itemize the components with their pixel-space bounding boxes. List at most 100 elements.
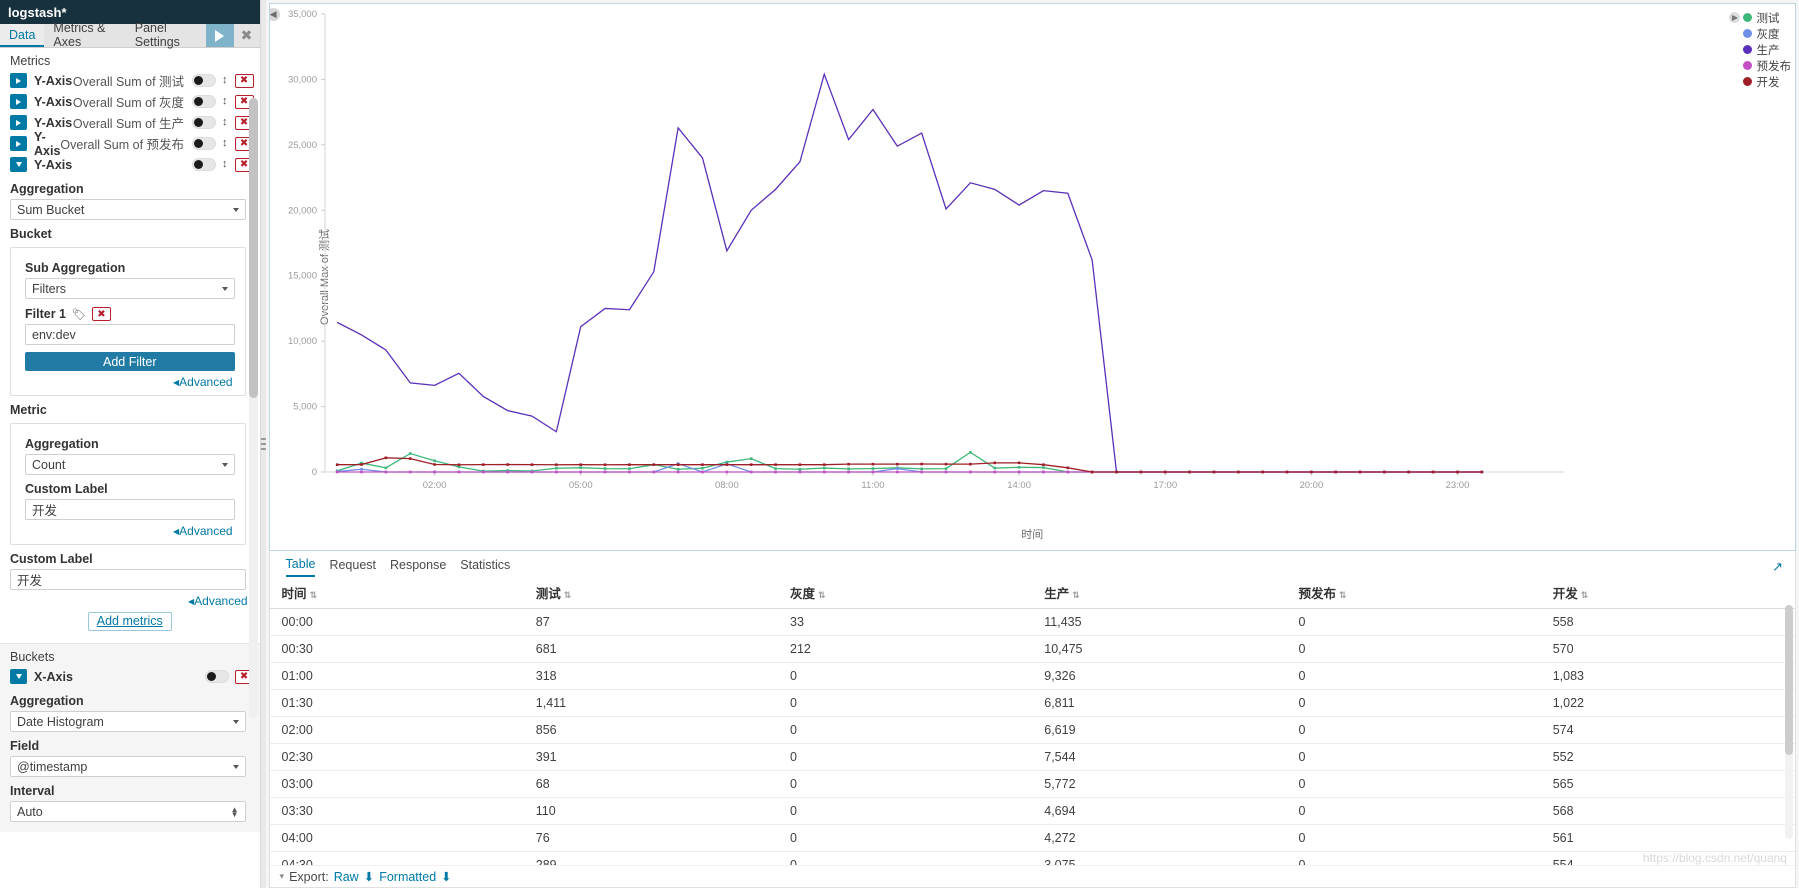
legend-item-2[interactable]: 生产 [1743, 42, 1791, 57]
bucket-advanced-toggle[interactable]: ◀Advanced [11, 371, 245, 389]
metric-row-4-toggle[interactable] [192, 137, 217, 150]
data-tab-request-label: Request [329, 558, 376, 572]
metric-row-4[interactable]: Y-Axis Overall Sum of 预发布 ↕ ✖ [0, 130, 260, 158]
xaxis-row[interactable]: X-Axis ✖ [0, 666, 260, 687]
sort-icon[interactable]: ⇅ [1581, 590, 1589, 600]
tab-metrics-axes[interactable]: Metrics & Axes [44, 21, 125, 49]
metric-row-1-remove-button[interactable]: ✖ [234, 73, 254, 88]
metric-row-5-toggle[interactable] [192, 158, 217, 171]
xaxis-toggle[interactable] [204, 670, 229, 683]
metric-row-3-toggle[interactable] [192, 116, 217, 129]
x-axis-tick-label: 23:00 [1445, 480, 1469, 491]
sub-aggregation-select[interactable]: Filters [25, 278, 235, 299]
apply-changes-button[interactable] [205, 24, 234, 47]
aggregation-select[interactable]: Sum Bucket [10, 199, 246, 220]
chart-data-point [1480, 470, 1483, 474]
sort-icon[interactable]: ⇅ [564, 590, 572, 600]
table-column-header[interactable]: 预发布 ⇅ [1286, 577, 1541, 609]
data-tab-request[interactable]: Request [329, 558, 376, 576]
metric-row-5[interactable]: Y-Axis ↕ ✖ [0, 154, 260, 175]
collapse-editor-button[interactable]: ◀ [269, 8, 280, 21]
legend-item-0[interactable]: 测试 [1743, 10, 1791, 25]
table-scrollbar[interactable] [1784, 605, 1793, 839]
filter-1-remove-button[interactable]: ✖ [91, 307, 111, 321]
chart-data-point [554, 466, 558, 470]
metric-row-1-toggle[interactable] [192, 74, 217, 87]
table-cell: 681 [523, 635, 779, 663]
export-raw-link[interactable]: Raw [334, 870, 359, 884]
chevron-right-icon[interactable] [10, 115, 27, 130]
sort-icon[interactable]: ⇅ [1339, 590, 1347, 600]
outer-custom-label-label: Custom Label [10, 552, 93, 566]
metric-row-2-toggle[interactable] [192, 95, 217, 108]
metric-row-2-reorder-icon[interactable]: ↕ [222, 96, 228, 107]
legend-item-3-label: 预发布 [1756, 60, 1791, 73]
metric-row-3-reorder-icon[interactable]: ↕ [222, 117, 228, 128]
download-icon[interactable]: ⬇ [364, 869, 374, 884]
table-column-header[interactable]: 测试 ⇅ [523, 577, 779, 609]
data-tab-response[interactable]: Response [390, 558, 446, 576]
chevron-right-icon[interactable] [10, 136, 27, 151]
metric-row-2[interactable]: Y-Axis Overall Sum of 灰度 ↕ ✖ [0, 91, 260, 112]
field-select[interactable]: @timestamp [10, 756, 246, 777]
add-metrics-button[interactable]: Add metrics [87, 612, 172, 631]
chart-container: ◀ ▶ 测试 灰度 生产 预发布 开发 Overall Max of 测试 时间… [268, 3, 1796, 551]
label-tag-icon[interactable]: 🏷 [72, 308, 86, 321]
metric-row-1[interactable]: Y-Axis Overall Sum of 测试 ↕ ✖ [0, 70, 260, 91]
table-column-header-label: 开发 [1552, 587, 1578, 601]
metric-advanced-toggle[interactable]: ◀Advanced [11, 520, 245, 538]
export-formatted-link[interactable]: Formatted [379, 870, 436, 884]
chart-data-point [919, 470, 923, 474]
chart-data-point [919, 462, 923, 466]
metric-aggregation-select[interactable]: Count [25, 454, 235, 475]
tab-data[interactable]: Data [0, 24, 45, 47]
chart-data-point [627, 470, 631, 474]
table-column-header[interactable]: 生产 ⇅ [1032, 577, 1287, 609]
sort-icon[interactable]: ⇅ [310, 590, 318, 600]
chevron-down-icon[interactable] [10, 157, 27, 172]
sort-icon[interactable]: ⇅ [1072, 590, 1080, 600]
data-tab-table[interactable]: Table [285, 557, 316, 577]
editor-scrollbar[interactable] [248, 98, 258, 718]
xaxis-aggregation-select[interactable]: Date Histogram [10, 711, 246, 732]
chevron-right-icon[interactable] [10, 94, 27, 109]
chart-data-point [359, 463, 363, 466]
metric-row-1-reorder-icon[interactable]: ↕ [222, 75, 228, 86]
interval-stepper[interactable]: ▲ ▼ [231, 805, 239, 818]
chart-data-point [408, 452, 412, 455]
x-axis-tick-label: 17:00 [1153, 480, 1177, 491]
chevron-down-icon[interactable]: ▾ [280, 871, 285, 882]
metric-row-5-reorder-icon[interactable]: ↕ [222, 159, 228, 170]
expand-panel-icon[interactable]: ↗ [1772, 559, 1783, 575]
chevron-right-icon[interactable] [10, 73, 27, 88]
add-filter-button[interactable]: Add Filter [25, 352, 235, 371]
legend-item-1[interactable]: 灰度 [1743, 26, 1791, 41]
chart-data-point [676, 467, 679, 471]
table-cell: 04:00 [269, 824, 524, 852]
chevron-down-icon[interactable] [10, 669, 27, 684]
download-icon[interactable]: ⬇ [441, 869, 451, 884]
data-tab-statistics[interactable]: Statistics [460, 558, 510, 576]
table-column-header[interactable]: 开发 ⇅ [1540, 577, 1795, 609]
table-column-header[interactable]: 灰度 ⇅ [778, 577, 1033, 609]
discard-changes-button[interactable]: ✖ [233, 24, 260, 47]
tab-panel-settings[interactable]: Panel Settings [126, 21, 206, 49]
interval-select[interactable]: Auto ▲ ▼ [10, 801, 246, 822]
table-column-header[interactable]: 时间 ⇅ [269, 577, 524, 609]
table-cell: 04:30 [269, 851, 524, 865]
legend-expand-button[interactable]: ▶ [1729, 12, 1741, 23]
filter-1-input[interactable]: env:dev [25, 324, 235, 345]
table-cell: 1,022 [1540, 689, 1795, 717]
kibana-visualize-app: logstash* Data Metrics & Axes Panel Sett… [0, 0, 1799, 888]
outer-custom-label-input[interactable]: 开发 [10, 569, 246, 590]
sort-icon[interactable]: ⇅ [818, 590, 826, 600]
legend-item-3[interactable]: 预发布 [1743, 58, 1791, 73]
metric-custom-label-input[interactable]: 开发 [25, 499, 235, 520]
legend-item-4[interactable]: 开发 [1743, 74, 1791, 89]
chart-data-point [554, 463, 558, 467]
outer-advanced-toggle[interactable]: ◀Advanced [0, 590, 260, 608]
table-cell: 110 [523, 797, 779, 825]
chevron-down-icon [232, 764, 239, 769]
metric-row-4-reorder-icon[interactable]: ↕ [222, 138, 228, 149]
table-cell: 552 [1540, 743, 1795, 771]
